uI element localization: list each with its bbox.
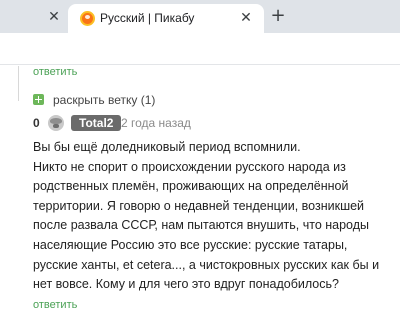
comment-body: Вы бы ещё доледниковый период вспомнили.… <box>33 138 393 295</box>
comment-header: 0 Total2 2 года назад <box>33 115 393 131</box>
comment-time[interactable]: 2 года назад <box>121 116 191 130</box>
comment-line: родственных племён, проживающих на опред… <box>33 179 349 194</box>
close-tab-icon[interactable]: ✕ <box>238 10 254 26</box>
avatar[interactable] <box>48 115 64 131</box>
browser-toolbar <box>0 33 400 65</box>
tab-pikabu[interactable]: Русский | Пикабу ✕ <box>68 4 264 33</box>
comment-line: после развала СССР, нам пытаются внушить… <box>33 218 370 233</box>
comment-line: нет вовсе. Кому и для чего это вдруг пон… <box>33 277 339 292</box>
thread-line <box>18 66 19 101</box>
plus-icon <box>33 94 44 105</box>
expand-thread-label: раскрыть ветку (1) <box>53 93 156 107</box>
comments-section: ответить раскрыть ветку (1) 0 Total2 2 г… <box>0 66 400 326</box>
tab-previous[interactable]: ✕ <box>0 0 68 33</box>
pikabu-icon <box>80 11 95 26</box>
comment-line: территории. Я говорю о недавней тенденци… <box>33 198 365 213</box>
reply-link[interactable]: ответить <box>33 66 77 78</box>
new-tab-button[interactable]: + <box>268 7 288 27</box>
comment-line: Вы бы ещё доледниковый период вспомнили. <box>33 140 301 154</box>
comment-line: Никто не спорит о происхождении русского… <box>33 159 346 174</box>
tab-title: Русский | Пикабу <box>100 11 195 25</box>
tab-bar: ✕ Русский | Пикабу ✕ + <box>0 0 400 33</box>
reply-link[interactable]: ответить <box>33 299 77 311</box>
comment-line: населяющие Россию это все русские: русск… <box>33 237 348 252</box>
comment-rating: 0 <box>33 116 40 130</box>
username-badge[interactable]: Total2 <box>71 115 122 131</box>
close-tab-icon[interactable]: ✕ <box>46 9 62 25</box>
comment-line: русские ханты, et cetera..., а чистокров… <box>33 257 380 272</box>
